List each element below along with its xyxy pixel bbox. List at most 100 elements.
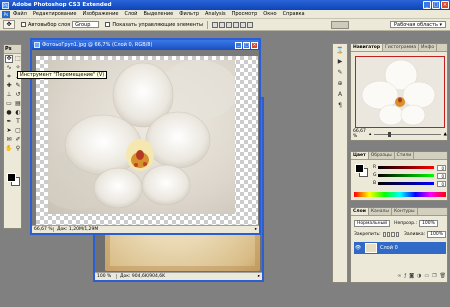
menu-layer[interactable]: Слой bbox=[124, 11, 137, 17]
zoom-tool-icon[interactable]: ⚲ bbox=[14, 145, 22, 153]
paragraph-palette-icon[interactable]: ¶ bbox=[335, 102, 345, 110]
new-group-icon[interactable]: ▭ bbox=[424, 273, 429, 280]
group-select[interactable]: Group bbox=[72, 21, 100, 28]
lasso-tool-icon[interactable]: ∿ bbox=[5, 64, 13, 72]
zoom-out-icon[interactable]: ▴ bbox=[369, 132, 371, 137]
adjustment-layer-icon[interactable]: ◑ bbox=[417, 273, 421, 280]
green-value[interactable]: 0 bbox=[437, 172, 446, 179]
type-tool-icon[interactable]: T bbox=[14, 118, 22, 126]
new-layer-icon[interactable]: ❐ bbox=[432, 273, 436, 280]
align-center-icon[interactable] bbox=[239, 21, 246, 28]
eyedropper-icon[interactable]: ✐ bbox=[14, 136, 22, 144]
navigator-thumbnail[interactable] bbox=[355, 56, 445, 128]
tab-swatches[interactable]: Образцы bbox=[369, 152, 395, 159]
lock-position-icon[interactable] bbox=[391, 231, 395, 237]
tab-layers[interactable]: Слои bbox=[351, 208, 369, 215]
lock-all-icon[interactable] bbox=[395, 231, 400, 237]
menu-image[interactable]: Изображение bbox=[82, 11, 118, 17]
photo-document-window[interactable]: ФотоьоГруп1.jpg @ 66,7% (Слой 0, RGB/8) … bbox=[30, 38, 261, 235]
menu-help[interactable]: Справка bbox=[283, 11, 305, 17]
tab-paths[interactable]: Контуры bbox=[392, 208, 418, 215]
minimize-button[interactable]: _ bbox=[423, 1, 431, 9]
align-top-icon[interactable] bbox=[211, 21, 218, 28]
fill-field[interactable]: 100% bbox=[427, 230, 446, 238]
blur-tool-icon[interactable]: ● bbox=[5, 109, 13, 117]
notes-tool-icon[interactable]: ✉ bbox=[5, 136, 13, 144]
path-select-icon[interactable]: ➤ bbox=[5, 127, 13, 135]
menu-window[interactable]: Окно bbox=[263, 11, 276, 17]
blue-value[interactable]: 0 bbox=[437, 180, 446, 187]
layer-mask-icon[interactable]: ◙ bbox=[409, 273, 414, 280]
green-slider[interactable] bbox=[378, 174, 434, 177]
status-arrow-icon[interactable]: ▸ bbox=[253, 227, 259, 232]
clone-source-icon[interactable]: ⊕ bbox=[335, 80, 345, 88]
parchment-zoom-field[interactable]: 100 % bbox=[95, 274, 117, 279]
red-value[interactable]: 0 bbox=[437, 164, 446, 171]
crop-tool-icon[interactable]: ⌗ bbox=[5, 73, 13, 81]
doc-maximize-button[interactable]: □ bbox=[243, 41, 250, 49]
align-left-icon[interactable] bbox=[232, 21, 239, 28]
move-tool-icon[interactable]: ✥ bbox=[5, 55, 13, 63]
close-button[interactable]: × bbox=[441, 1, 449, 9]
tab-info[interactable]: Инфо bbox=[419, 44, 438, 51]
gradient-tool-icon[interactable]: ▤ bbox=[14, 100, 22, 108]
brush-tool-icon[interactable]: ✎ bbox=[14, 82, 22, 90]
photo-zoom-field[interactable]: 66,67 % bbox=[32, 227, 54, 232]
color-spectrum-ramp[interactable] bbox=[354, 192, 446, 197]
history-brush-icon[interactable]: ↺ bbox=[14, 91, 22, 99]
tab-color[interactable]: Цвет bbox=[351, 152, 369, 159]
workspace-switcher[interactable]: Рабочая область ▾ bbox=[390, 21, 446, 28]
lock-transparency-icon[interactable] bbox=[382, 231, 386, 237]
blue-slider[interactable] bbox=[378, 182, 434, 185]
align-bottom-icon[interactable] bbox=[225, 21, 232, 28]
dodge-tool-icon[interactable]: ◐ bbox=[14, 109, 22, 117]
blend-mode-select[interactable]: Нормальный bbox=[354, 219, 391, 227]
panel-foreground-swatch[interactable] bbox=[355, 164, 364, 173]
marquee-tool-icon[interactable]: ⬚ bbox=[14, 55, 22, 63]
actions-palette-icon[interactable]: ▶ bbox=[335, 58, 345, 66]
align-middle-icon[interactable] bbox=[218, 21, 225, 28]
navigator-zoom-slider[interactable] bbox=[374, 131, 441, 137]
navigator-zoom-value[interactable]: 66,67 % bbox=[353, 129, 369, 139]
show-controls-checkbox[interactable] bbox=[105, 22, 111, 27]
lock-pixels-icon[interactable] bbox=[387, 231, 391, 237]
menu-analysis[interactable]: Analysis bbox=[205, 11, 226, 17]
menu-filter[interactable]: Фильтр bbox=[179, 11, 199, 17]
opacity-field[interactable]: 100% bbox=[419, 219, 438, 227]
character-palette-icon[interactable]: A bbox=[335, 91, 345, 99]
menu-edit[interactable]: Редактирование bbox=[33, 11, 77, 17]
shape-tool-icon[interactable]: ▢ bbox=[14, 127, 22, 135]
eraser-tool-icon[interactable]: ▭ bbox=[5, 100, 13, 108]
maximize-button[interactable]: □ bbox=[432, 1, 440, 9]
healing-brush-icon[interactable]: ✚ bbox=[5, 82, 13, 90]
doc-minimize-button[interactable]: _ bbox=[235, 41, 242, 49]
status-arrow-icon[interactable]: ▸ bbox=[256, 274, 262, 279]
foreground-color-swatch[interactable] bbox=[7, 173, 16, 182]
tab-histogram[interactable]: Гистограмма bbox=[383, 44, 420, 51]
menu-select[interactable]: Выделение bbox=[143, 11, 173, 17]
hand-tool-icon[interactable]: ✋ bbox=[5, 145, 13, 153]
align-right-icon[interactable] bbox=[246, 21, 253, 28]
palette-well[interactable] bbox=[331, 21, 349, 29]
clone-stamp-icon[interactable]: ⊥ bbox=[5, 91, 13, 99]
tab-channels[interactable]: Каналы bbox=[369, 208, 392, 215]
delete-layer-icon[interactable]: 🗑 bbox=[440, 273, 446, 280]
layer-row[interactable]: 👁 Слой 0 bbox=[354, 242, 446, 254]
doc-close-button[interactable]: × bbox=[251, 41, 258, 49]
menu-view[interactable]: Просмотр bbox=[232, 11, 258, 17]
layer-name[interactable]: Слой 0 bbox=[380, 245, 398, 251]
tab-styles[interactable]: Стили bbox=[395, 152, 415, 159]
zoom-slider-knob[interactable] bbox=[388, 131, 392, 137]
zoom-in-icon[interactable]: ▲ bbox=[444, 132, 447, 137]
auto-select-checkbox[interactable] bbox=[21, 22, 26, 27]
menu-file[interactable]: Файл bbox=[13, 11, 27, 17]
history-palette-icon[interactable]: ⌛ bbox=[335, 47, 345, 55]
workspace-button[interactable]: Рабочая область ▾ bbox=[390, 21, 446, 28]
visibility-eye-icon[interactable]: 👁 bbox=[354, 245, 362, 251]
brushes-palette-icon[interactable]: ✎ bbox=[335, 69, 345, 77]
link-layers-icon[interactable]: ∞ bbox=[397, 273, 401, 280]
red-slider[interactable] bbox=[378, 166, 434, 169]
layer-style-icon[interactable]: ƒ bbox=[404, 273, 406, 280]
move-tool-icon[interactable]: ✥ bbox=[3, 20, 15, 29]
pen-tool-icon[interactable]: ✒ bbox=[5, 118, 13, 126]
